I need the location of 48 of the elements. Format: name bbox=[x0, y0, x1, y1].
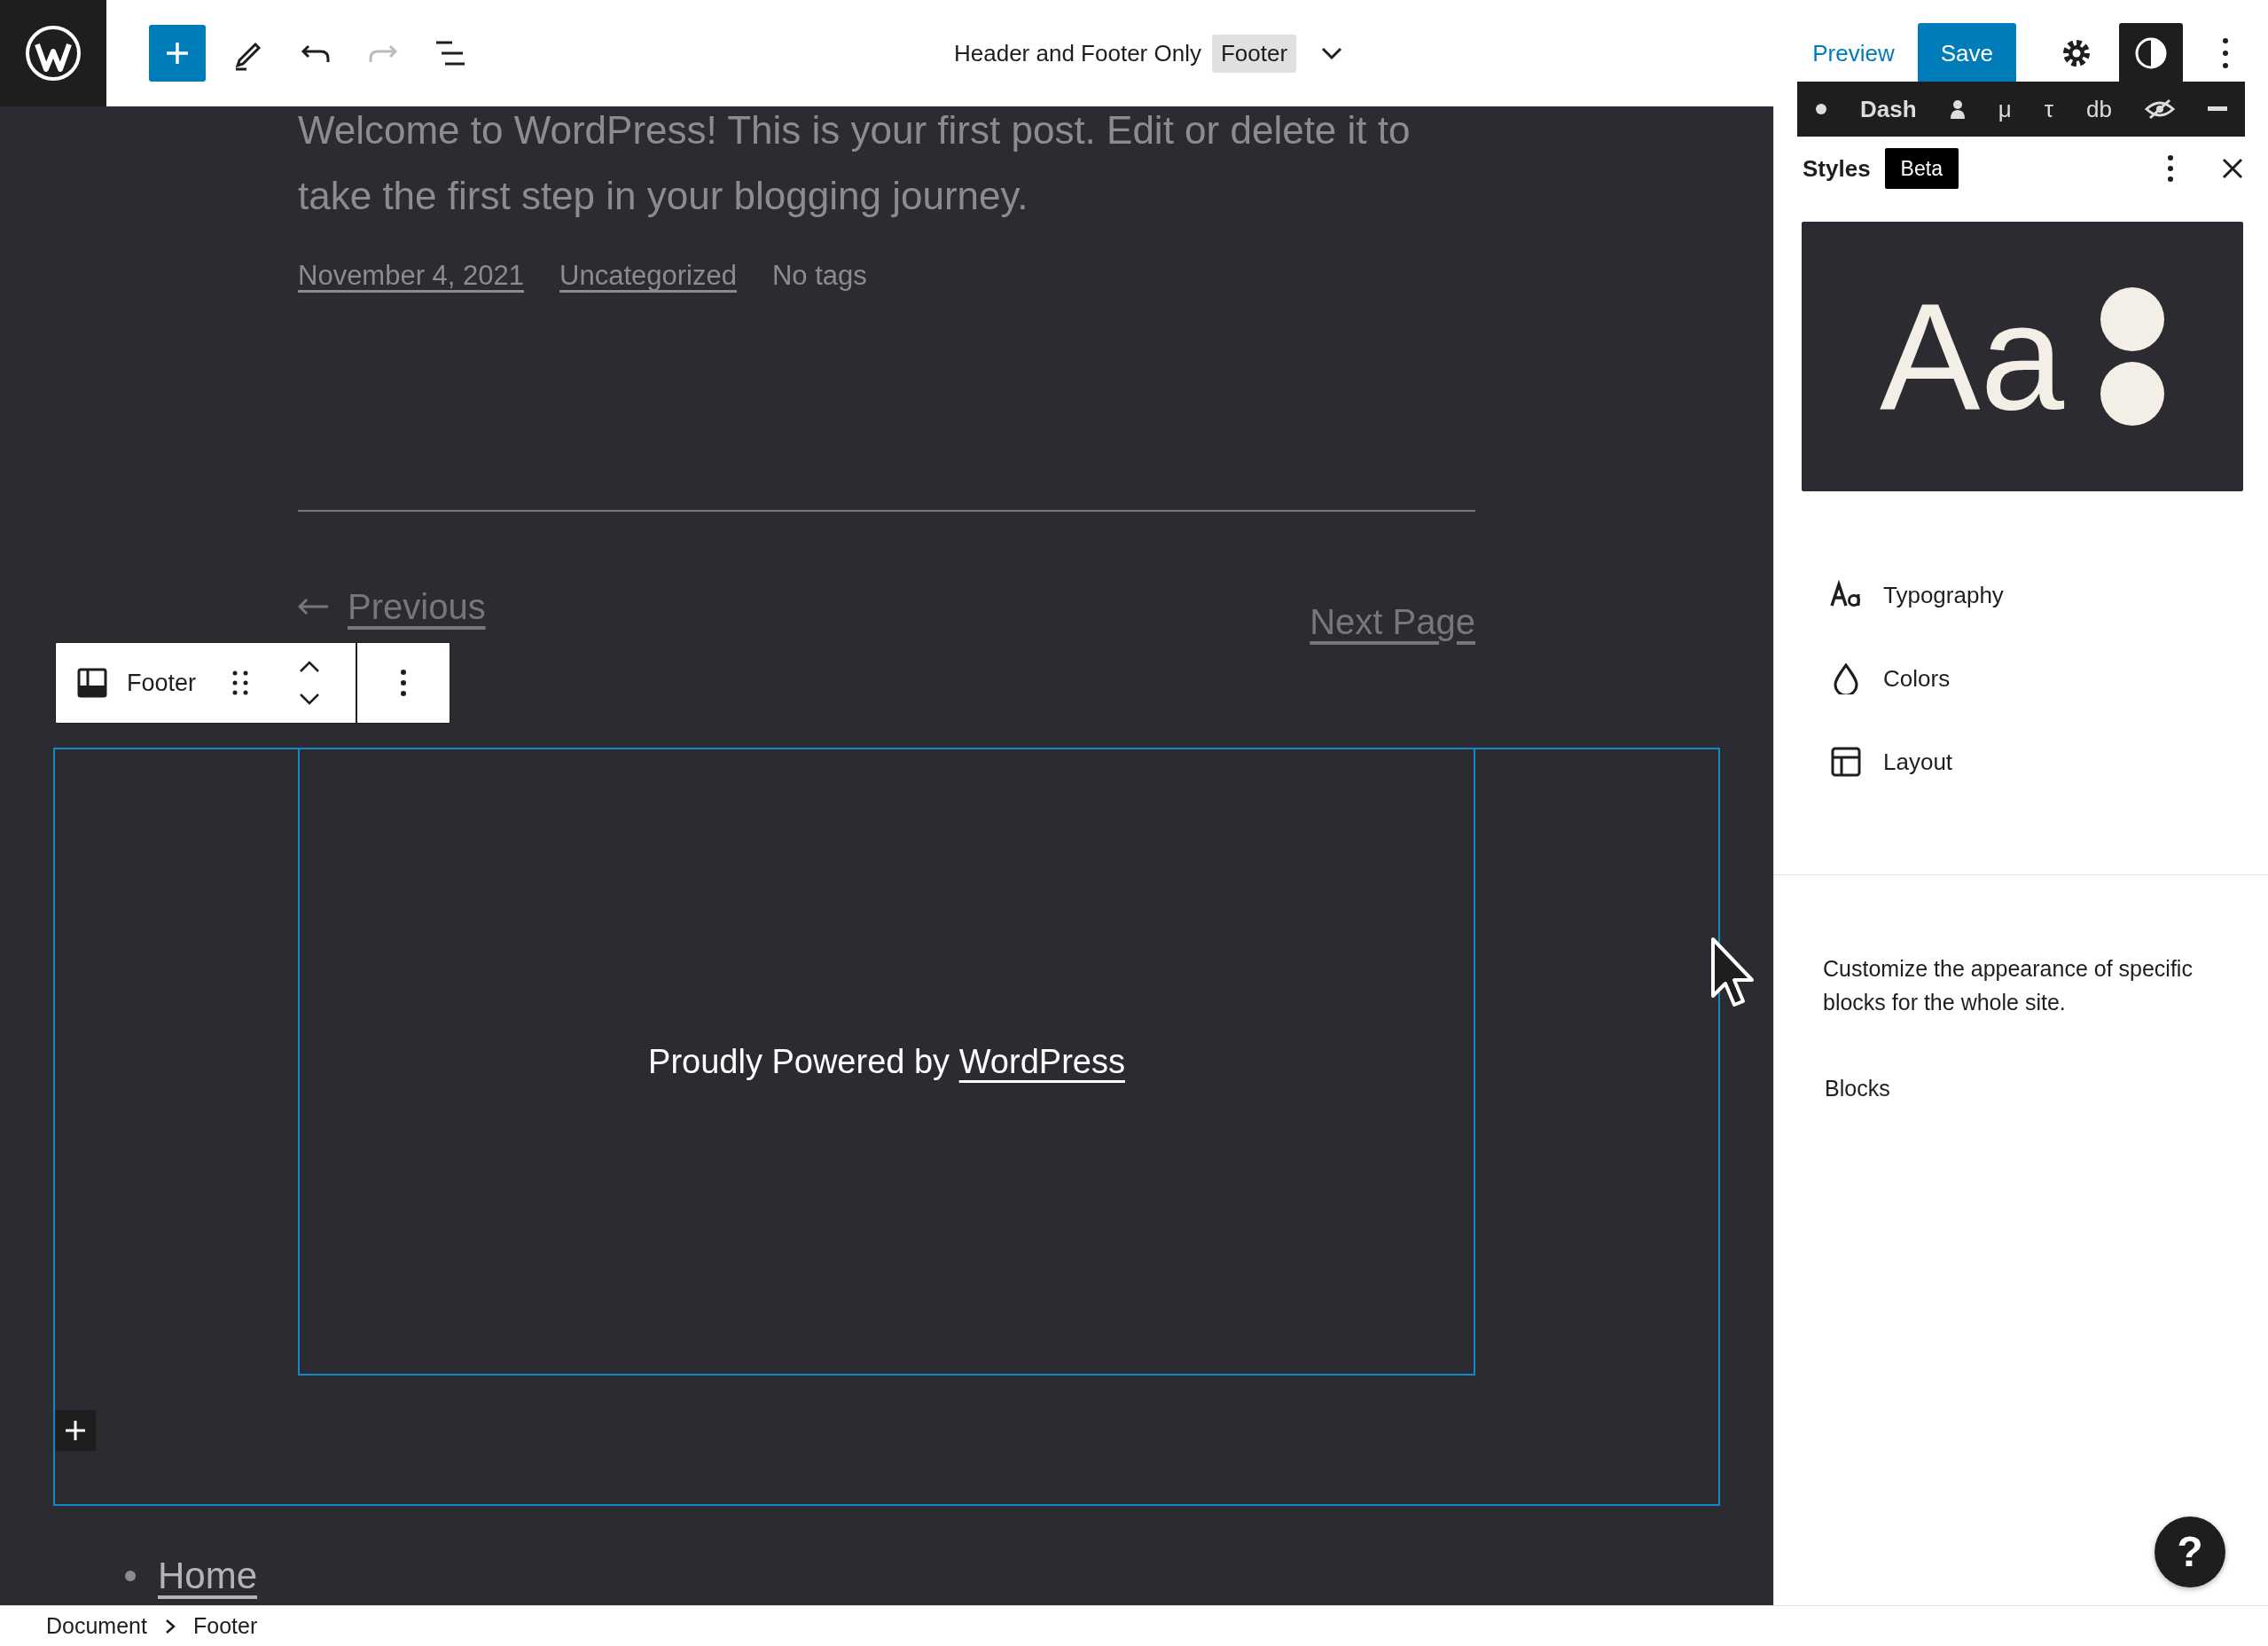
section-heading: Blocks bbox=[1825, 1075, 1891, 1102]
help-button[interactable]: ? bbox=[2155, 1517, 2225, 1587]
minus-icon[interactable] bbox=[2208, 106, 2227, 112]
hidden-eye-icon[interactable] bbox=[2144, 98, 2175, 120]
styles-button[interactable] bbox=[2119, 23, 2183, 83]
vertical-dots-icon bbox=[2167, 154, 2174, 183]
close-icon bbox=[2221, 157, 2244, 180]
preview-text: Aa bbox=[1880, 281, 2064, 432]
half-circle-icon bbox=[2133, 35, 2169, 71]
panel-menu-item[interactable]: Typography bbox=[1802, 553, 2241, 637]
chevron-up-icon bbox=[299, 660, 321, 674]
add-block-button[interactable] bbox=[55, 1410, 96, 1451]
panel-menu-item[interactable]: Colors bbox=[1802, 637, 2241, 720]
vertical-dots-icon bbox=[2222, 37, 2229, 69]
preview-button[interactable]: Preview bbox=[1807, 35, 1900, 72]
template-type-label: Footer bbox=[1211, 34, 1297, 73]
panel-title: Styles bbox=[1803, 153, 1871, 184]
bullet-icon bbox=[124, 1569, 137, 1582]
color-dots-icon bbox=[2099, 286, 2165, 427]
footer-credit-text: Proudly Powered by WordPress bbox=[648, 1041, 1125, 1082]
wordpress-link[interactable]: WordPress bbox=[958, 1042, 1125, 1080]
panel-description: Customize the appearance of specific blocks for the whole site. bbox=[1823, 955, 2194, 1016]
layout-icon bbox=[1830, 746, 1862, 778]
drag-dots-icon bbox=[231, 670, 250, 696]
post-date-link[interactable]: November 4, 2021 bbox=[298, 255, 525, 297]
breadcrumb-link[interactable]: Document bbox=[46, 1609, 147, 1643]
dot-icon bbox=[1815, 103, 1827, 115]
save-button[interactable]: Save bbox=[1917, 23, 2016, 83]
beta-label: Beta bbox=[1884, 147, 1959, 190]
nav-link[interactable]: Home bbox=[158, 1548, 258, 1603]
chevron-right-icon bbox=[164, 1618, 176, 1634]
plus-icon bbox=[64, 1419, 87, 1442]
breadcrumb-link[interactable]: Footer bbox=[192, 1609, 258, 1643]
document-title: Header and Footer Only bbox=[954, 38, 1201, 68]
toolbar-label[interactable]: Dash bbox=[1860, 91, 1917, 127]
person-icon[interactable] bbox=[1949, 99, 1966, 119]
chevron-down-icon bbox=[299, 692, 321, 706]
tags-text: No tags bbox=[771, 259, 867, 293]
toolbar-label[interactable]: μ bbox=[1998, 91, 2012, 127]
post-excerpt: Welcome to WordPress! This is your first post. Edit or delete it to take the first step in your blogging journey. bbox=[298, 107, 1412, 219]
footer-block-icon bbox=[77, 668, 107, 698]
block-name: Footer bbox=[127, 668, 197, 698]
category-link[interactable]: Uncategorized bbox=[559, 255, 737, 297]
toolbar-label[interactable]: τ bbox=[2044, 91, 2053, 127]
panel-menu-item[interactable]: Layout bbox=[1802, 720, 2241, 803]
vertical-dots-icon bbox=[400, 669, 408, 697]
toolbar-label[interactable]: db bbox=[2086, 91, 2112, 127]
left-arrow-icon bbox=[298, 597, 330, 615]
